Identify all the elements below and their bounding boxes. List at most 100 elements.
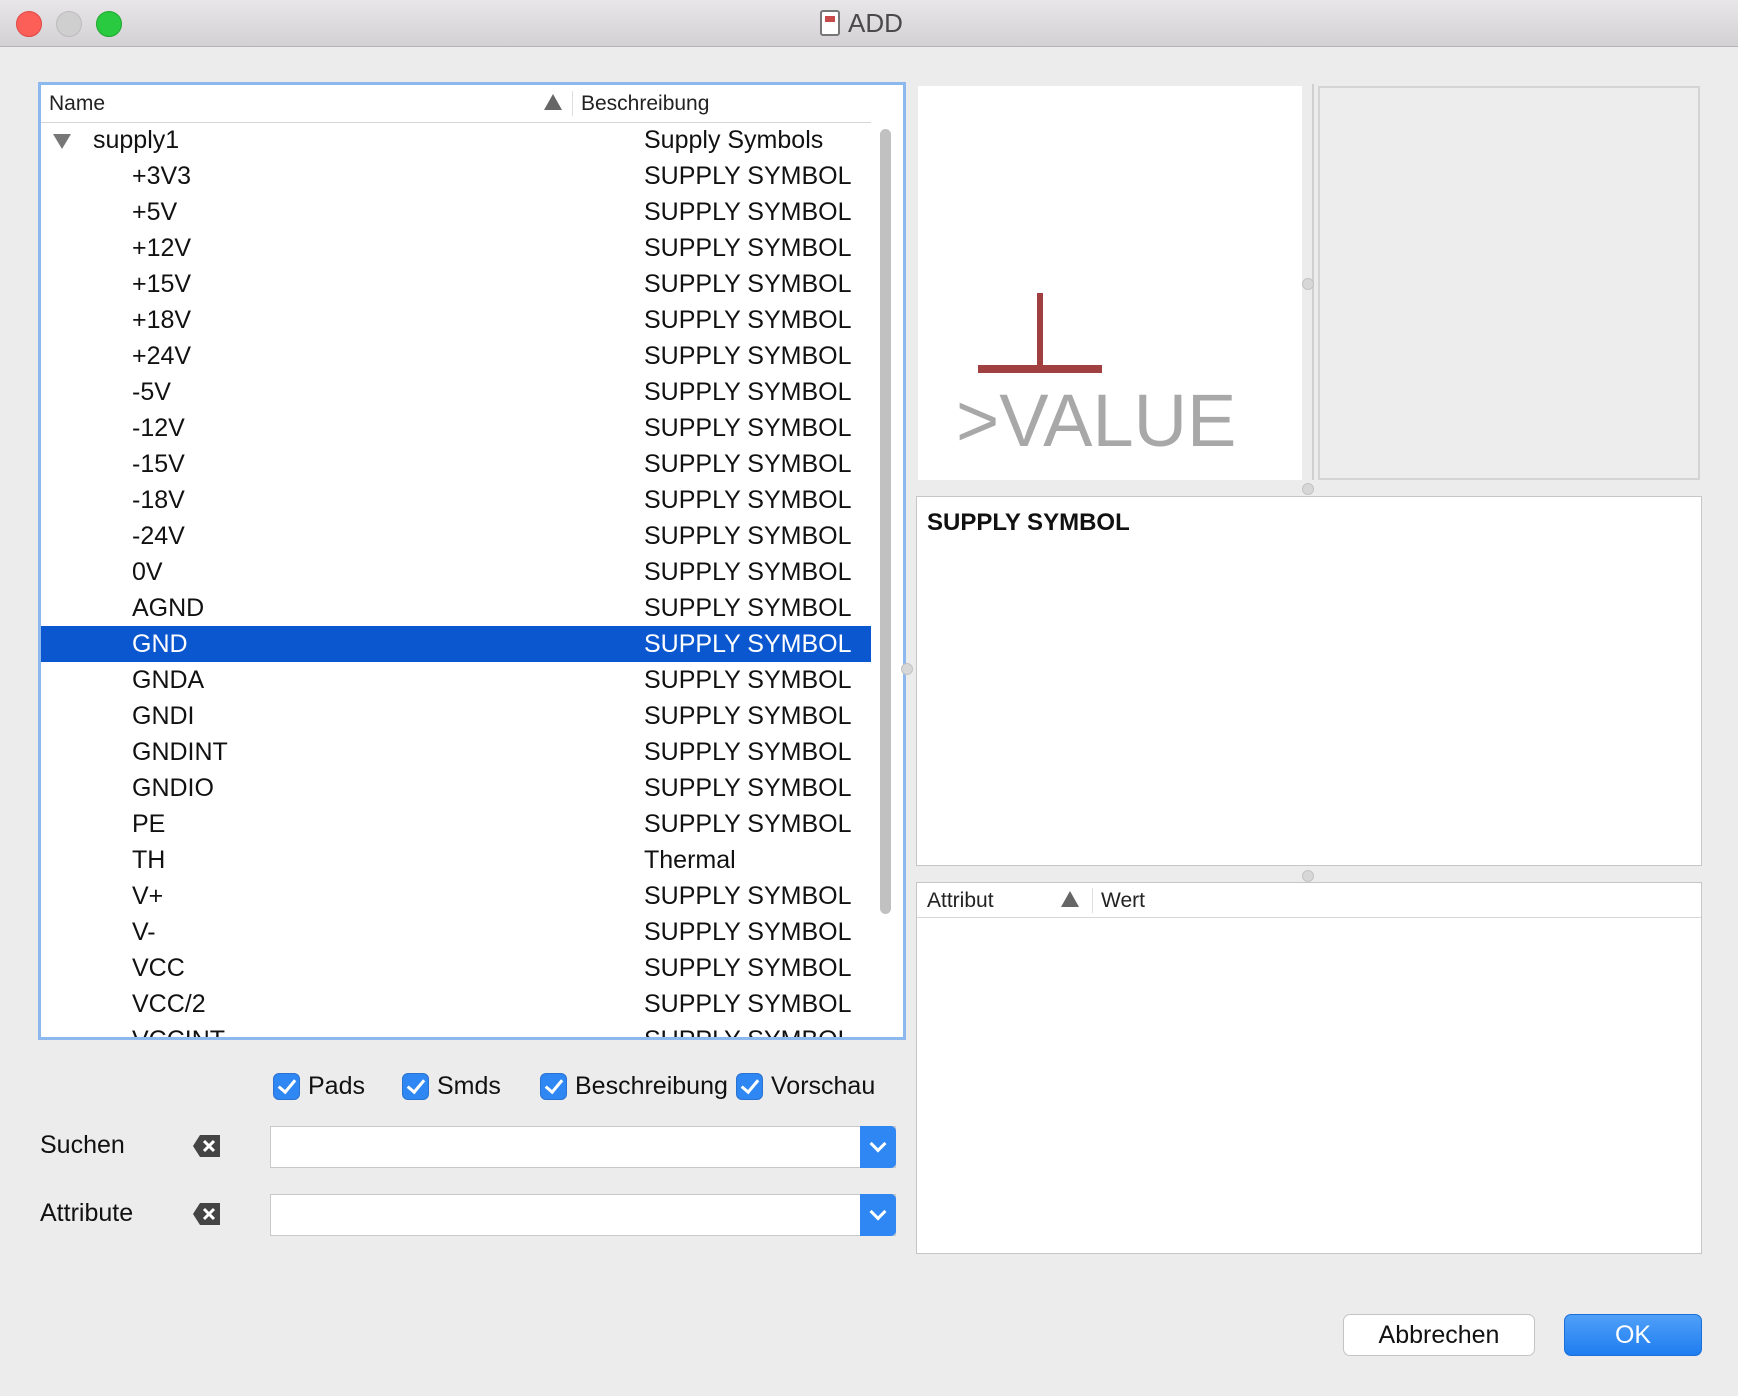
ok-button[interactable]: OK bbox=[1564, 1314, 1702, 1356]
attribute-dropdown-button[interactable] bbox=[860, 1194, 896, 1236]
column-header-value[interactable]: Wert bbox=[1101, 889, 1145, 913]
sort-ascending-icon[interactable] bbox=[544, 94, 562, 110]
document-icon bbox=[820, 10, 840, 36]
checkbox-checked-icon[interactable] bbox=[736, 1073, 763, 1100]
part-description: SUPPLY SYMBOL bbox=[644, 414, 852, 442]
part-name: -12V bbox=[132, 414, 185, 442]
chevron-down-icon bbox=[869, 1203, 887, 1221]
column-header-attribute[interactable]: Attribut bbox=[927, 889, 994, 913]
attribute-column-separator[interactable] bbox=[1092, 888, 1093, 913]
tree-scrollbar-thumb[interactable] bbox=[880, 129, 891, 914]
tree-row[interactable]: AGND SUPPLY SYMBOL bbox=[41, 590, 871, 626]
tree-row[interactable]: +15V SUPPLY SYMBOL bbox=[41, 266, 871, 302]
part-name: +3V3 bbox=[132, 162, 192, 190]
part-name: VCC bbox=[132, 954, 185, 982]
column-separator[interactable] bbox=[572, 91, 573, 116]
search-combobox[interactable] bbox=[270, 1126, 896, 1168]
checkbox-checked-icon[interactable] bbox=[540, 1073, 567, 1100]
close-window-button[interactable] bbox=[16, 11, 42, 37]
tree-row[interactable]: +5V SUPPLY SYMBOL bbox=[41, 194, 871, 230]
tree-row[interactable]: V+ SUPPLY SYMBOL bbox=[41, 878, 871, 914]
part-description: SUPPLY SYMBOL bbox=[644, 594, 852, 622]
group-name: supply1 bbox=[93, 126, 180, 154]
part-description: SUPPLY SYMBOL bbox=[644, 666, 852, 694]
attribute-table[interactable]: Attribut Wert bbox=[916, 882, 1702, 1254]
tree-row[interactable]: PE SUPPLY SYMBOL bbox=[41, 806, 871, 842]
search-dropdown-button[interactable] bbox=[860, 1126, 896, 1168]
description-option-label: Beschreibung bbox=[575, 1072, 728, 1100]
tree-row-selected[interactable]: GND SUPPLY SYMBOL bbox=[41, 626, 871, 662]
tree-row[interactable]: VCC/2 SUPPLY SYMBOL bbox=[41, 986, 871, 1022]
part-name: GNDA bbox=[132, 666, 205, 694]
part-name: VCC/2 bbox=[132, 990, 206, 1018]
part-description: SUPPLY SYMBOL bbox=[644, 1026, 852, 1040]
tree-row[interactable]: +12V SUPPLY SYMBOL bbox=[41, 230, 871, 266]
minimize-window-button[interactable] bbox=[56, 11, 82, 37]
description-splitter-handle[interactable] bbox=[1302, 870, 1314, 882]
tree-scrollbar[interactable] bbox=[877, 125, 893, 1001]
checkbox-checked-icon[interactable] bbox=[402, 1073, 429, 1100]
smds-label: Smds bbox=[437, 1072, 501, 1100]
part-description: SUPPLY SYMBOL bbox=[644, 882, 852, 910]
preview-checkbox[interactable]: Vorschau bbox=[736, 1072, 875, 1101]
part-name: VCCINT bbox=[132, 1026, 226, 1040]
tree-row[interactable]: -15V SUPPLY SYMBOL bbox=[41, 446, 871, 482]
attribute-combobox[interactable] bbox=[270, 1194, 896, 1236]
column-header-description[interactable]: Beschreibung bbox=[581, 92, 709, 116]
tree-row[interactable]: -12V SUPPLY SYMBOL bbox=[41, 410, 871, 446]
part-name: V+ bbox=[132, 882, 164, 910]
part-description: SUPPLY SYMBOL bbox=[644, 162, 852, 190]
part-name: +24V bbox=[132, 342, 192, 370]
pads-checkbox[interactable]: Pads bbox=[273, 1072, 365, 1101]
description-title: SUPPLY SYMBOL bbox=[927, 509, 1130, 536]
tree-row[interactable]: GNDI SUPPLY SYMBOL bbox=[41, 698, 871, 734]
column-header-name[interactable]: Name bbox=[49, 92, 105, 116]
preview-bottom-splitter-handle[interactable] bbox=[1302, 483, 1314, 495]
part-name: GNDI bbox=[132, 702, 195, 730]
part-name: V- bbox=[132, 918, 156, 946]
tree-row[interactable]: +24V SUPPLY SYMBOL bbox=[41, 338, 871, 374]
tree-row[interactable]: VCCINT SUPPLY SYMBOL bbox=[41, 1022, 871, 1040]
window-title-group: ADD bbox=[820, 8, 903, 38]
vertical-splitter-handle[interactable] bbox=[901, 663, 913, 675]
tree-row[interactable]: -24V SUPPLY SYMBOL bbox=[41, 518, 871, 554]
part-description: SUPPLY SYMBOL bbox=[644, 486, 852, 514]
cancel-button[interactable]: Abbrechen bbox=[1343, 1314, 1535, 1356]
add-dialog-window: ADD Name Beschreibung supply1 Supply Sym… bbox=[0, 0, 1738, 1396]
smds-checkbox[interactable]: Smds bbox=[402, 1072, 501, 1101]
tree-group-row[interactable]: supply1 Supply Symbols bbox=[41, 122, 871, 158]
zoom-window-button[interactable] bbox=[96, 11, 122, 37]
part-name: +18V bbox=[132, 306, 192, 334]
search-label: Suchen bbox=[40, 1131, 125, 1159]
tree-row[interactable]: GNDIO SUPPLY SYMBOL bbox=[41, 770, 871, 806]
tree-row[interactable]: TH Thermal bbox=[41, 842, 871, 878]
part-name: +15V bbox=[132, 270, 192, 298]
tree-row[interactable]: V- SUPPLY SYMBOL bbox=[41, 914, 871, 950]
tree-row[interactable]: -5V SUPPLY SYMBOL bbox=[41, 374, 871, 410]
part-name: GND bbox=[132, 630, 188, 658]
tree-row[interactable]: GNDA SUPPLY SYMBOL bbox=[41, 662, 871, 698]
tree-row[interactable]: GNDINT SUPPLY SYMBOL bbox=[41, 734, 871, 770]
part-name: -5V bbox=[132, 378, 171, 406]
clear-search-icon[interactable] bbox=[192, 1134, 222, 1158]
disclosure-triangle-icon[interactable] bbox=[53, 134, 71, 149]
part-description: Thermal bbox=[644, 846, 736, 874]
tree-row[interactable]: VCC SUPPLY SYMBOL bbox=[41, 950, 871, 986]
tree-row[interactable]: +18V SUPPLY SYMBOL bbox=[41, 302, 871, 338]
window-title: ADD bbox=[848, 7, 903, 38]
tree-row[interactable]: -18V SUPPLY SYMBOL bbox=[41, 482, 871, 518]
title-bar[interactable]: ADD bbox=[0, 0, 1738, 47]
part-description: SUPPLY SYMBOL bbox=[644, 954, 852, 982]
tree-row[interactable]: 0V SUPPLY SYMBOL bbox=[41, 554, 871, 590]
preview-splitter-handle[interactable] bbox=[1302, 278, 1314, 290]
checkbox-checked-icon[interactable] bbox=[273, 1073, 300, 1100]
clear-attribute-icon[interactable] bbox=[192, 1202, 222, 1226]
library-tree[interactable]: Name Beschreibung supply1 Supply Symbols… bbox=[38, 82, 906, 1040]
part-description: SUPPLY SYMBOL bbox=[644, 522, 852, 550]
attribute-sort-ascending-icon[interactable] bbox=[1061, 891, 1079, 907]
description-checkbox[interactable]: Beschreibung bbox=[540, 1072, 728, 1101]
part-name: AGND bbox=[132, 594, 205, 622]
description-panel: SUPPLY SYMBOL bbox=[916, 496, 1702, 866]
tree-row[interactable]: +3V3 SUPPLY SYMBOL bbox=[41, 158, 871, 194]
symbol-preview: >VALUE bbox=[918, 86, 1302, 480]
